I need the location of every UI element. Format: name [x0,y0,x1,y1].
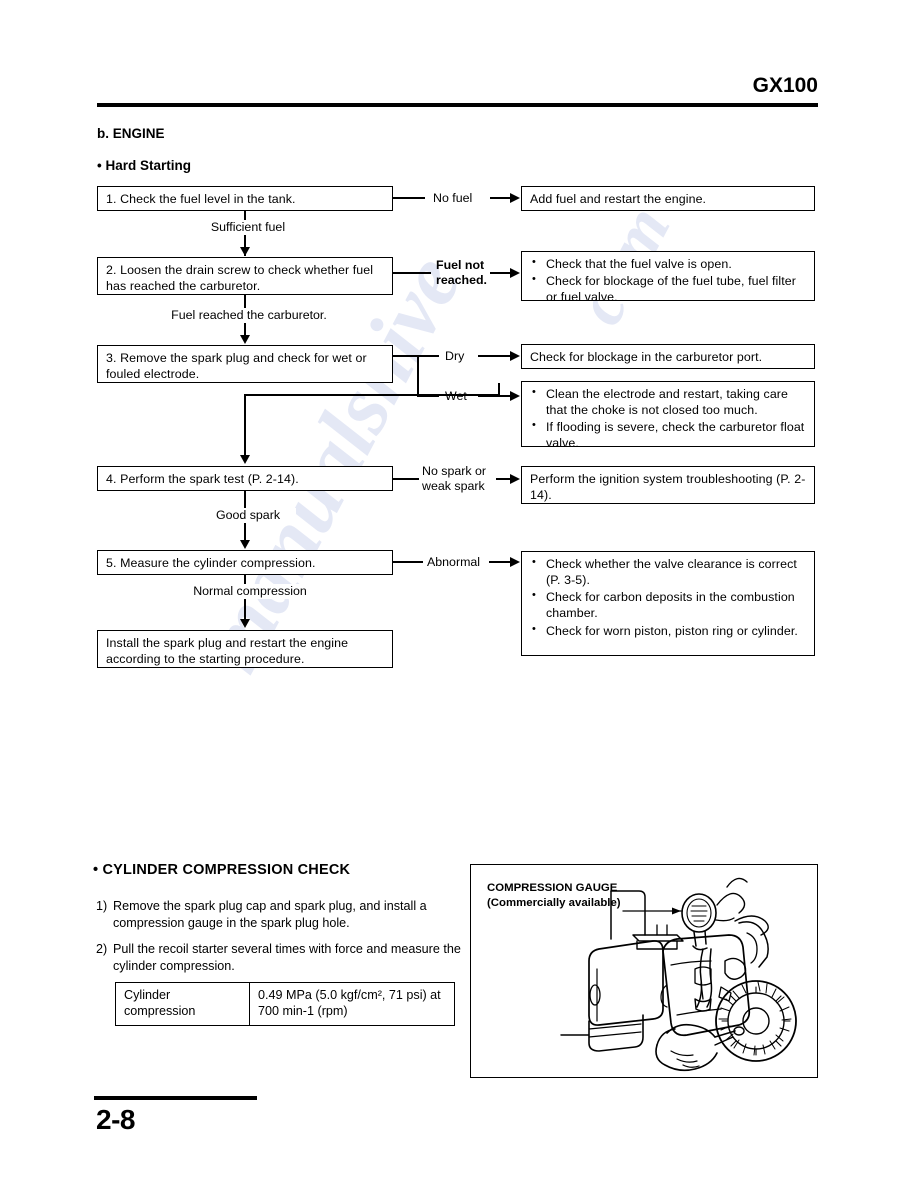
list-item: Check for carbon deposits in the combust… [530,588,807,621]
flow-label-normal-compression: Normal compression [174,584,326,599]
flow-result-ignition-troubleshooting: Perform the ignition system troubleshoot… [521,466,815,504]
branch-label-dry: Dry [445,349,465,363]
flow-result-ignition-troubleshooting-text: Perform the ignition system troubleshoot… [530,472,806,503]
connector-abnormal-arrow-line [489,561,512,563]
connector-step5-branch [393,561,423,563]
arrow-step2-to-step3 [239,335,250,344]
flow-step-3-text: 3. Remove the spark plug and check for w… [106,351,367,382]
flow-step-5-text: 5. Measure the cylinder compression. [106,556,316,570]
list-item: Check for worn piston, piston ring or cy… [530,621,807,639]
cylinder-compression-spec-table: Cylinder compression 0.49 MPa (5.0 kgf/c… [115,982,455,1026]
list-item: Check that the fuel valve is open. [530,255,807,272]
list-item: Check for blockage of the fuel tube, fue… [530,272,807,305]
manual-page: manualshive com GX100 b. ENGINE • Hard S… [0,0,918,1188]
connector-step5-step6 [244,575,246,623]
branch-label-no-spark: No spark or weak spark [422,464,486,493]
flow-result-fuel-valve-checks: Check that the fuel valve is open. Check… [521,251,815,304]
flow-result-add-fuel-text: Add fuel and restart the engine. [530,192,707,206]
compression-check-list: Check whether the valve clearance is cor… [530,555,807,639]
flow-result-wet-checks: Clean the electrode and restart, taking … [521,381,815,450]
flow-step-4-text: 4. Perform the spark test (P. 2-14). [106,472,299,486]
section-heading-hard-starting: • Hard Starting [97,158,191,173]
connector-fuel-not-reached-arrow-line [490,272,512,274]
connector-step2-branch [393,272,431,274]
model-code: GX100 [752,74,818,97]
flow-result-carburetor-port-text: Check for blockage in the carburetor por… [530,350,763,364]
connector-step3-bracket-vertical [417,355,419,397]
page-number: 2-8 [96,1104,135,1135]
compression-step-2: 2) Pull the recoil starter several times… [96,941,464,975]
flow-step-3: 3. Remove the spark plug and check for w… [97,345,393,383]
arrow-to-compression-checks [510,556,520,567]
connector-step3-to-step4-vertical [244,394,246,458]
compression-step-2-text: Pull the recoil starter several times wi… [113,942,461,973]
list-item: Check whether the valve clearance is cor… [530,555,807,588]
arrow-to-ignition-troubleshooting [510,473,520,484]
flow-label-fuel-reached: Fuel reached the carburetor. [154,308,344,323]
flow-step-6-final: Install the spark plug and restart the e… [97,630,393,668]
arrow-to-add-fuel [510,192,520,203]
branch-label-abnormal: Abnormal [427,555,481,569]
list-item: Clean the electrode and restart, taking … [530,385,807,418]
footer-rule [94,1096,257,1100]
arrow-step5-to-step6 [239,619,250,628]
compression-step-1-marker: 1) [96,899,108,913]
arrow-step1-to-step2 [239,247,250,256]
arrow-step4-to-step5 [239,540,250,549]
spec-label: Cylinder compression [115,982,250,1026]
compression-step-1: 1) Remove the spark plug cap and spark p… [96,898,464,932]
branch-label-no-spark-line2: weak spark [422,478,485,493]
compression-gauge-illustration-panel: COMPRESSION GAUGE (Commercially availabl… [470,864,818,1078]
flow-label-good-spark: Good spark [200,508,296,523]
list-item: If flooding is severe, check the carbure… [530,418,807,451]
connector-step1-branch [393,197,425,199]
flow-label-sufficient-fuel: Sufficient fuel [194,220,302,235]
branch-label-fuel-not-reached: Fuel not reached. [436,258,487,287]
arrow-to-fuel-valve-checks [510,267,520,278]
illustration-caption-line2: (Commercially available) [487,896,621,909]
branch-label-fuel-not-reached-line2: reached. [436,272,487,287]
arrow-to-carburetor-port [510,350,520,361]
flow-step-2-text: 2. Loosen the drain screw to check wheth… [106,263,374,294]
illustration-caption-line1: COMPRESSION GAUGE [487,882,618,894]
illustration-caption: COMPRESSION GAUGE (Commercially availabl… [487,881,621,910]
flow-step-6-text: Install the spark plug and restart the e… [106,636,349,667]
flow-result-compression-checks: Check whether the valve clearance is cor… [521,551,815,656]
connector-step3-bracket-stem [393,355,419,357]
section-heading-engine: b. ENGINE [97,126,165,141]
spec-value: 0.49 MPa (5.0 kgf/cm², 71 psi) at 700 mi… [249,982,455,1026]
flow-step-2: 2. Loosen the drain screw to check wheth… [97,257,393,295]
fuel-valve-check-list: Check that the fuel valve is open. Check… [530,255,807,305]
connector-no-fuel-arrow-line [490,197,512,199]
flow-result-add-fuel: Add fuel and restart the engine. [521,186,815,211]
flow-result-carburetor-port: Check for blockage in the carburetor por… [521,344,815,369]
flow-step-5: 5. Measure the cylinder compression. [97,550,393,575]
flow-step-1: 1. Check the fuel level in the tank. [97,186,393,211]
connector-step4-branch [393,478,419,480]
branch-label-no-spark-line1: No spark or [422,464,487,478]
compression-step-1-text: Remove the spark plug cap and spark plug… [113,899,427,930]
connector-step3-to-step4-horizontal [244,394,500,396]
branch-label-wet: Wet [445,389,467,403]
connector-step3-dry-branch [417,355,439,357]
table-row: Cylinder compression 0.49 MPa (5.0 kgf/c… [115,982,455,1026]
section-heading-cylinder-compression-check: • CYLINDER COMPRESSION CHECK [93,862,351,878]
compression-step-2-marker: 2) [96,942,108,956]
wet-check-list: Clean the electrode and restart, taking … [530,385,807,452]
branch-label-fuel-not-reached-line1: Fuel not [436,258,485,272]
arrow-to-wet-checks [510,390,520,401]
flow-step-1-text: 1. Check the fuel level in the tank. [106,192,296,206]
connector-dry-arrow-line [478,355,512,357]
branch-label-no-fuel: No fuel [433,191,473,205]
arrow-step3-to-step4 [239,455,250,464]
flow-step-4: 4. Perform the spark test (P. 2-14). [97,466,393,491]
header-rule [97,103,818,107]
